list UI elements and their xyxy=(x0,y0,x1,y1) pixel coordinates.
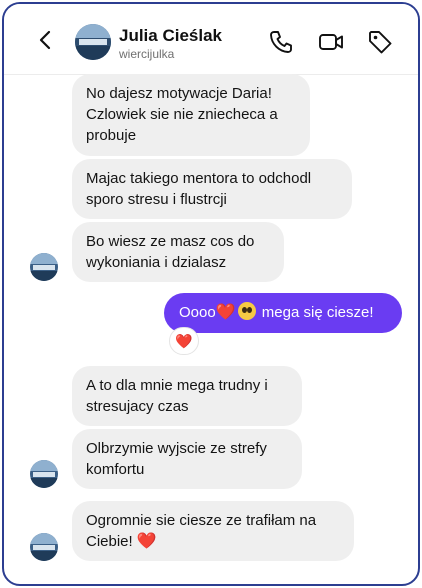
message-text: mega się ciesze! xyxy=(257,304,374,321)
sender-avatar[interactable] xyxy=(30,253,58,281)
sender-avatar[interactable] xyxy=(30,460,58,488)
message-bubble-outgoing[interactable]: Oooo❤️ mega się ciesze! xyxy=(164,293,402,333)
heart-icon: ❤️ xyxy=(136,533,157,550)
contact-avatar[interactable] xyxy=(75,24,111,60)
pleading-face-icon xyxy=(237,302,256,320)
message-text: Olbrzymie wyjscie ze strefy komfortu xyxy=(86,440,267,478)
heart-icon: ❤️ xyxy=(215,304,236,321)
message-text: Ogromnie sie ciesze ze trafiłam na Ciebi… xyxy=(86,512,317,550)
message-bubble-incoming[interactable]: No dajesz motywacje Daria! Czlowiek sie … xyxy=(72,74,310,156)
message-text: Oooo xyxy=(179,304,216,321)
message-bubble-incoming[interactable]: A to dla mnie mega trudny i stresujacy c… xyxy=(72,366,302,426)
video-camera-icon[interactable] xyxy=(317,28,345,56)
message-text: Majac takiego mentora to odchodl sporo s… xyxy=(86,170,312,208)
heart-reaction[interactable]: ❤️ xyxy=(169,327,199,355)
message-text: No dajesz motywacje Daria! Czlowiek sie … xyxy=(86,85,278,144)
message-text: Bo wiesz ze masz cos do wykoniania i dzi… xyxy=(86,233,255,271)
message-bubble-incoming[interactable]: Bo wiesz ze masz cos do wykoniania i dzi… xyxy=(72,222,284,282)
tag-icon[interactable] xyxy=(366,28,394,56)
chat-window: Julia Cieślak wiercijulka No dajesz moty… xyxy=(2,2,420,586)
sender-avatar[interactable] xyxy=(30,533,58,561)
message-text: A to dla mnie mega trudny i stresujacy c… xyxy=(86,377,268,415)
chat-header: Julia Cieślak wiercijulka xyxy=(4,4,418,75)
message-bubble-incoming[interactable]: Olbrzymie wyjscie ze strefy komfortu xyxy=(72,429,302,489)
message-bubble-incoming[interactable]: Ogromnie sie ciesze ze trafiłam na Ciebi… xyxy=(72,501,354,561)
back-arrow-icon[interactable] xyxy=(34,28,58,52)
contact-name[interactable]: Julia Cieślak xyxy=(119,26,222,46)
contact-username: wiercijulka xyxy=(119,47,175,61)
phone-icon[interactable] xyxy=(267,28,295,56)
message-bubble-incoming[interactable]: Majac takiego mentora to odchodl sporo s… xyxy=(72,159,352,219)
